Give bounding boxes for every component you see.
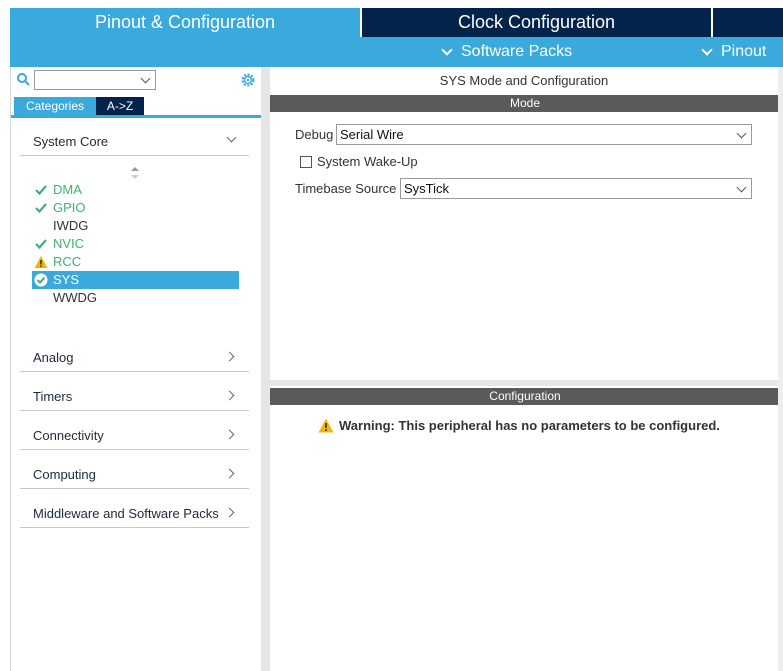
section-label: Computing bbox=[33, 467, 96, 482]
section-label: Analog bbox=[33, 350, 74, 365]
chevron-down-icon[interactable] bbox=[140, 73, 151, 84]
tab-underline bbox=[11, 115, 261, 118]
chevron-right-icon bbox=[224, 429, 235, 440]
check-icon bbox=[35, 185, 47, 196]
top-tab-bar: Pinout & Configuration Clock Configurati… bbox=[0, 0, 783, 37]
chevron-right-icon bbox=[224, 507, 235, 518]
debug-label: Debug bbox=[295, 127, 334, 142]
software-packs-label: Software Packs bbox=[461, 43, 573, 60]
check-circle-icon bbox=[34, 273, 48, 287]
section-label: Timers bbox=[33, 389, 73, 404]
peripheral-item-iwdg[interactable]: IWDG bbox=[32, 217, 239, 235]
peripheral-item-rcc[interactable]: RCC bbox=[32, 253, 239, 271]
tab-more[interactable] bbox=[713, 8, 783, 37]
scrollbar-track[interactable] bbox=[778, 67, 783, 671]
gear-icon[interactable] bbox=[239, 71, 257, 89]
search-icon[interactable] bbox=[17, 73, 30, 86]
panel-title: SYS Mode and Configuration bbox=[439, 73, 609, 88]
chevron-right-icon bbox=[224, 390, 235, 401]
section-label: Connectivity bbox=[33, 428, 104, 443]
peripheral-label: GPIO bbox=[53, 200, 86, 215]
software-packs-menu[interactable]: Software Packs bbox=[441, 37, 573, 67]
chevron-down-icon bbox=[736, 182, 747, 193]
chevron-down-icon bbox=[736, 128, 747, 139]
peripheral-item-gpio[interactable]: GPIO bbox=[32, 199, 239, 217]
system-wakeup-label: System Wake-Up bbox=[317, 154, 418, 169]
chevron-right-icon bbox=[224, 468, 235, 479]
peripheral-item-dma[interactable]: DMA bbox=[32, 181, 239, 199]
peripheral-label: SYS bbox=[53, 272, 80, 287]
peripheral-label: IWDG bbox=[53, 218, 89, 233]
chevron-down-icon bbox=[441, 43, 453, 56]
category-view-tabs: Categories A->Z bbox=[14, 97, 144, 115]
sub-menu-bar: Software Packs Pinout bbox=[10, 37, 783, 67]
search-input[interactable] bbox=[34, 70, 156, 90]
timebase-source-select[interactable]: SysTick bbox=[400, 178, 752, 199]
peripheral-item-sys[interactable]: SYS bbox=[32, 271, 239, 289]
check-icon bbox=[35, 203, 47, 214]
check-icon bbox=[35, 239, 47, 250]
system-wakeup-checkbox[interactable] bbox=[300, 156, 312, 168]
tab-clock-configuration[interactable]: Clock Configuration bbox=[362, 8, 711, 37]
section-middleware-software-packs[interactable]: Middleware and Software Packs bbox=[20, 502, 249, 528]
sort-icon[interactable] bbox=[130, 166, 140, 180]
mode-configuration-panel: SYS Mode and Configuration Mode Debug Se… bbox=[270, 67, 783, 671]
peripheral-label: NVIC bbox=[53, 236, 85, 251]
categories-panel: Categories A->Z System Core DMA GPIO IWD… bbox=[10, 67, 261, 671]
peripheral-label: WWDG bbox=[53, 290, 98, 305]
pinout-menu-label: Pinout bbox=[721, 43, 767, 60]
warning-text: Warning: This peripheral has no paramete… bbox=[339, 418, 720, 433]
chevron-down-icon bbox=[226, 132, 237, 143]
peripheral-item-nvic[interactable]: NVIC bbox=[32, 235, 239, 253]
warning-icon bbox=[34, 256, 48, 268]
tab-pinout-configuration[interactable]: Pinout & Configuration bbox=[10, 8, 360, 37]
section-timers[interactable]: Timers bbox=[20, 385, 249, 411]
peripheral-label: DMA bbox=[53, 182, 82, 197]
section-computing[interactable]: Computing bbox=[20, 463, 249, 489]
peripheral-label: RCC bbox=[53, 254, 82, 269]
debug-value: Serial Wire bbox=[340, 127, 404, 142]
panel-splitter[interactable] bbox=[261, 67, 270, 671]
warning-icon bbox=[318, 418, 334, 433]
tab-a-to-z[interactable]: A->Z bbox=[96, 97, 144, 115]
peripheral-item-wwdg[interactable]: WWDG bbox=[32, 289, 239, 307]
timebase-value: SysTick bbox=[404, 181, 450, 196]
tab-categories[interactable]: Categories bbox=[14, 97, 96, 115]
section-system-core[interactable]: System Core bbox=[20, 130, 249, 156]
chevron-down-icon bbox=[701, 43, 713, 56]
section-label: System Core bbox=[33, 134, 109, 149]
section-analog[interactable]: Analog bbox=[20, 346, 249, 372]
section-divider bbox=[270, 380, 783, 386]
debug-select[interactable]: Serial Wire bbox=[336, 124, 752, 145]
section-connectivity[interactable]: Connectivity bbox=[20, 424, 249, 450]
no-parameters-warning: Warning: This peripheral has no paramete… bbox=[318, 418, 720, 433]
timebase-source-label: Timebase Source bbox=[295, 181, 397, 196]
chevron-right-icon bbox=[224, 351, 235, 362]
configuration-header: Configuration bbox=[270, 388, 780, 405]
pinout-menu[interactable]: Pinout bbox=[701, 37, 767, 67]
mode-header: Mode bbox=[270, 95, 780, 112]
section-label: Middleware and Software Packs bbox=[33, 506, 219, 521]
